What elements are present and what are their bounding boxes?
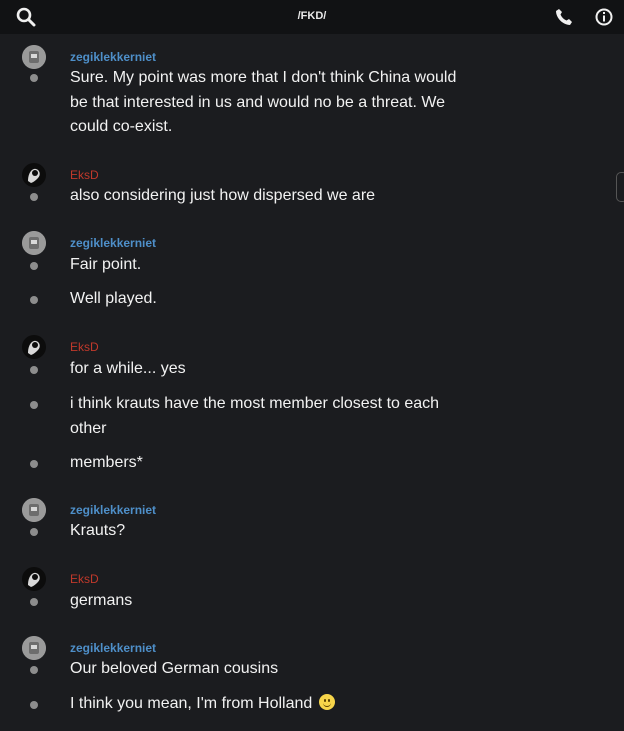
- message-bullet: [30, 528, 38, 536]
- avatar[interactable]: [22, 163, 46, 187]
- message-text: also considering just how dispersed we a…: [70, 187, 376, 204]
- message-text: members*: [70, 454, 143, 471]
- message-author[interactable]: EksD: [70, 572, 99, 586]
- avatar[interactable]: [22, 636, 46, 660]
- avatar[interactable]: [22, 335, 46, 359]
- message-text: I think you mean, I'm from Holland: [70, 695, 313, 712]
- message-text: Krauts?: [70, 522, 126, 539]
- message-bullet: [30, 666, 38, 674]
- channel-title: /FKD/: [297, 10, 327, 22]
- message-text: germans: [70, 592, 133, 609]
- message-bullet: [30, 366, 38, 374]
- message-text: Sure. My point was more that I don't thi…: [70, 69, 457, 135]
- message-text: Our beloved German cousins: [70, 660, 279, 677]
- message-author[interactable]: EksD: [70, 168, 99, 182]
- message-bullet: [30, 296, 38, 304]
- message-bullet: [30, 262, 38, 270]
- message-author[interactable]: zegiklekkerniet: [70, 503, 156, 517]
- avatar[interactable]: [22, 567, 46, 591]
- message-text: for a while... yes: [70, 360, 186, 377]
- chat-header: /FKD/: [0, 0, 624, 34]
- avatar[interactable]: [22, 498, 46, 522]
- message-text: i think krauts have the most member clos…: [70, 395, 440, 437]
- phone-icon[interactable]: [554, 7, 574, 27]
- message-bullet: [30, 701, 38, 709]
- message-bullet: [30, 460, 38, 468]
- message-text: Fair point.: [70, 256, 142, 273]
- info-icon[interactable]: [594, 7, 614, 27]
- message-feed: zegiklekkerniet Sure. My point was more …: [0, 36, 624, 731]
- message-bullet: [30, 193, 38, 201]
- message-bullet: [30, 598, 38, 606]
- message-text: Well played.: [70, 290, 157, 307]
- message-row: I think you mean, I'm from Holland: [70, 692, 460, 717]
- avatar[interactable]: [22, 45, 46, 69]
- message-author[interactable]: zegiklekkerniet: [70, 50, 156, 64]
- smiley-emoji-icon: [318, 694, 335, 710]
- avatar[interactable]: [22, 231, 46, 255]
- message-bullet: [30, 74, 38, 82]
- message-bullet: [30, 401, 38, 409]
- message-author[interactable]: EksD: [70, 340, 99, 354]
- message-author[interactable]: zegiklekkerniet: [70, 641, 156, 655]
- message-author[interactable]: zegiklekkerniet: [70, 236, 156, 250]
